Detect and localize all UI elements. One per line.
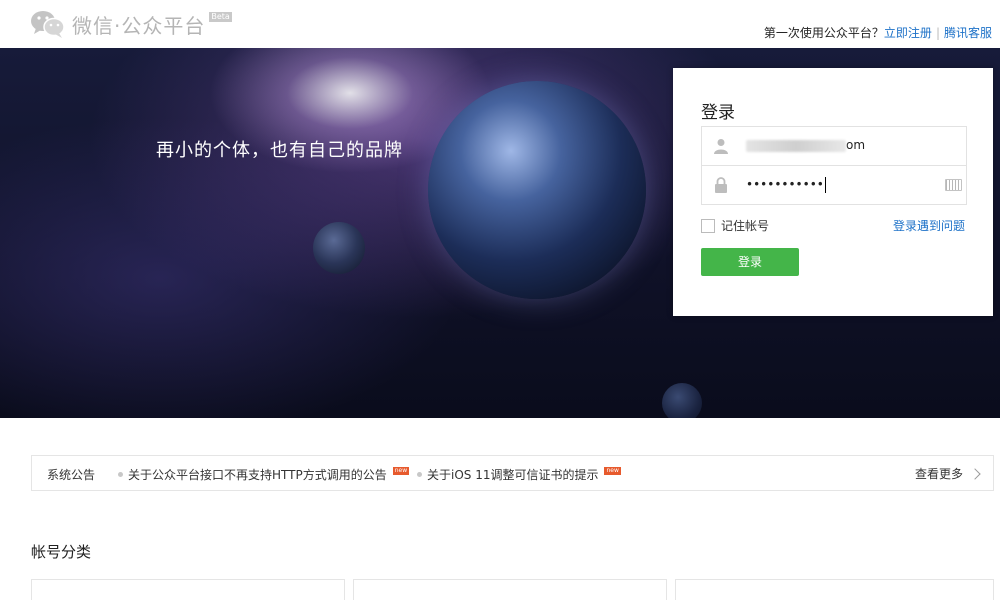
planet-illustration — [428, 81, 646, 299]
account-field[interactable]: om — [701, 126, 967, 166]
account-value: om — [746, 138, 865, 152]
view-more-label: 查看更多 — [914, 467, 963, 481]
first-time-question: 第一次使用公众平台？ — [763, 26, 884, 40]
login-button[interactable]: 登录 — [701, 248, 799, 276]
logo[interactable]: 微信·公众平台 Beta — [30, 9, 232, 39]
notice-item-text: 关于iOS 11调整可信证书的提示 — [427, 468, 599, 482]
wechat-logo-icon — [30, 9, 66, 39]
remember-account[interactable]: 记住帐号 — [701, 217, 769, 234]
text-caret — [824, 177, 826, 193]
section-title: 帐号分类 — [31, 543, 92, 561]
lock-icon — [714, 177, 728, 193]
banner-slogan: 再小的个体，也有自己的品牌 — [156, 140, 403, 161]
keyboard-icon[interactable] — [945, 179, 962, 191]
password-field[interactable]: ••••••••••• — [701, 165, 967, 205]
tiny-planet-illustration — [662, 383, 702, 418]
bullet-icon — [417, 472, 422, 477]
logo-text: 微信·公众平台 — [72, 13, 206, 38]
user-icon — [714, 138, 728, 154]
header-links: 第一次使用公众平台？立即注册 | 腾讯客服 — [764, 24, 992, 41]
login-trouble-link[interactable]: 登录遇到问题 — [893, 217, 965, 234]
top-header: 微信·公众平台 Beta 第一次使用公众平台？立即注册 | 腾讯客服 — [0, 0, 1000, 48]
view-more-link[interactable]: 查看更多 — [914, 465, 981, 482]
notice-item[interactable]: 关于公众平台接口不再支持HTTP方式调用的公告 new — [118, 466, 410, 483]
small-planet-illustration — [313, 222, 365, 274]
password-value: ••••••••••• — [746, 177, 826, 193]
customer-service-link[interactable]: 腾讯客服 — [944, 26, 992, 40]
new-badge: new — [392, 466, 410, 475]
account-value-suffix: om — [846, 138, 866, 152]
chevron-right-icon — [969, 467, 981, 480]
notice-item[interactable]: 关于iOS 11调整可信证书的提示 new — [417, 466, 621, 483]
remember-label: 记住帐号 — [721, 219, 770, 233]
login-panel: 登录 om ••••••••••• 记住帐号 登录遇到问题 登录 — [673, 68, 993, 316]
remember-checkbox[interactable] — [701, 218, 715, 233]
login-title: 登录 — [701, 103, 735, 123]
system-notice-bar: 系统公告 关于公众平台接口不再支持HTTP方式调用的公告 new 关于iOS 1… — [31, 455, 994, 491]
password-dots: ••••••••••• — [746, 177, 824, 192]
beta-badge: Beta — [209, 12, 232, 22]
notice-title: 系统公告 — [47, 468, 96, 482]
register-link[interactable]: 立即注册 — [884, 26, 932, 40]
bullet-icon — [118, 472, 123, 477]
account-type-card[interactable] — [31, 579, 345, 600]
account-type-card[interactable] — [675, 579, 994, 600]
notice-item-text: 关于公众平台接口不再支持HTTP方式调用的公告 — [128, 468, 387, 482]
account-type-card[interactable] — [353, 579, 667, 600]
header-separator: | — [935, 26, 940, 40]
redacted-account — [746, 139, 846, 152]
new-badge: new — [604, 466, 621, 475]
